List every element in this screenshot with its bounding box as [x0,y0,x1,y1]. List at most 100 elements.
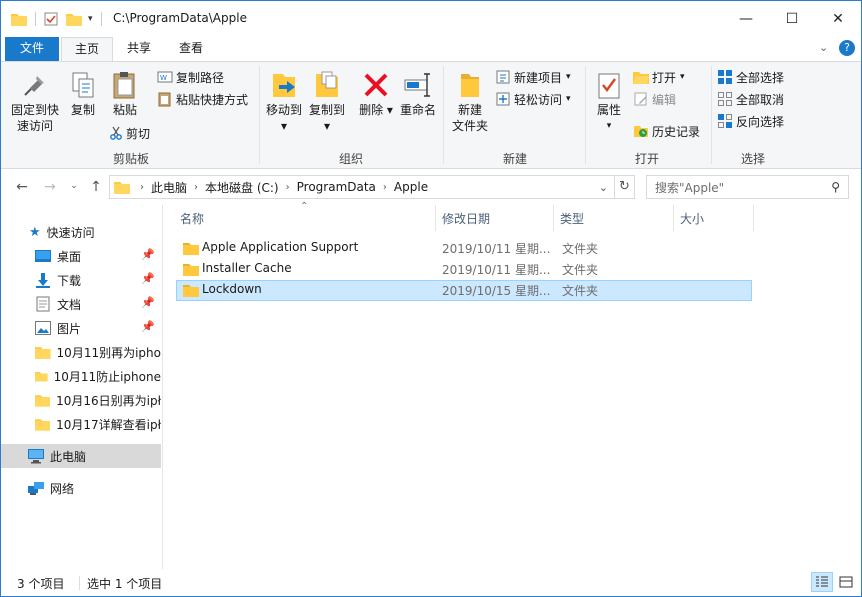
paste-shortcut-icon [158,92,171,107]
nav-pictures-label: 图片 [57,321,82,336]
customize-toolbar-chevron-icon[interactable]: ▾ [88,14,93,24]
cut-label: 剪切 [126,126,151,141]
column-header-date[interactable]: 修改日期 [436,205,554,231]
arrow-up-icon: ↑ [90,179,102,195]
history-button[interactable]: 历史记录 [633,120,700,142]
easy-access-icon [496,92,510,106]
copy-to-button[interactable]: 复制到 ▾ [305,70,349,134]
paste-button[interactable]: 粘贴 [105,70,145,118]
rename-label: 重命名 [399,103,436,117]
expand-ribbon-chevron-icon[interactable]: ⌄ [819,41,828,54]
breadcrumb-separator-icon[interactable]: › [284,182,292,193]
close-button[interactable]: ✕ [815,1,861,37]
folder-icon [35,395,51,407]
address-bar[interactable]: › 此电脑 › 本地磁盘 (C:) › ProgramData › Apple … [109,175,635,199]
column-header-type[interactable]: 类型 [554,205,674,231]
nav-pictures[interactable]: 图片 📌 [1,316,161,340]
nav-folder-item[interactable]: 10月11别再为ipho [1,340,161,364]
new-item-label: 新建项目 [514,70,563,85]
up-button[interactable]: ↑ [87,179,105,197]
file-date: 2019/10/11 星期... [442,263,551,277]
search-box[interactable]: 搜索"Apple" ⚲ [646,175,849,199]
download-icon [36,273,50,288]
large-icons-view-button[interactable] [835,572,857,592]
details-view-button[interactable] [811,572,833,592]
new-folder-icon[interactable] [66,12,82,26]
file-date: 2019/10/11 星期... [442,242,551,256]
desktop-icon [35,250,51,262]
open-button[interactable]: 打开 ▾ [633,66,685,88]
breadcrumb-local-disk[interactable]: 本地磁盘 (C:) [200,179,284,196]
forward-button[interactable]: → [41,179,59,197]
chevron-down-icon: ⌄ [70,181,78,191]
new-folder-button[interactable]: 新建 文件夹 [449,70,491,134]
delete-button[interactable]: 删除 ▾ [357,70,395,118]
tab-file[interactable]: 文件 [5,37,59,61]
breadcrumb-separator-icon[interactable]: › [381,182,389,193]
pin-to-quick-access-button[interactable]: 固定到快 速访问 [7,70,63,134]
new-folder-label-2: 文件夹 [451,119,488,133]
item-count: 3 个项目 [17,577,65,591]
nav-this-pc[interactable]: 此电脑 [1,444,161,468]
folder-icon[interactable] [11,12,27,26]
properties-button[interactable]: 属性 ▾ [589,70,629,134]
open-label: 打开 [652,70,677,85]
paste-shortcut-button[interactable]: 粘贴快捷方式 [157,88,248,110]
document-icon [36,296,50,312]
easy-access-button[interactable]: 轻松访问 ▾ [495,88,571,110]
breadcrumb-this-pc[interactable]: 此电脑 [146,179,192,196]
nav-downloads-label: 下载 [57,273,82,288]
back-button[interactable]: ← [13,179,31,197]
column-header-name[interactable]: 名称 [174,205,436,231]
nav-folder-item[interactable]: 10月11防止iphone [1,364,161,388]
copy-path-button[interactable]: W 复制路径 [157,66,224,88]
rename-button[interactable]: 重命名 [397,70,439,118]
ribbon-separator [443,66,444,164]
tab-view[interactable]: 查看 [167,37,215,61]
minimize-button[interactable]: — [723,1,769,37]
nav-folder-item[interactable]: 10月17详解查看ipł [1,412,161,436]
copy-path-label: 复制路径 [176,70,225,85]
nav-documents[interactable]: 文档 📌 [1,292,161,316]
invert-selection-button[interactable]: 反向选择 [717,110,784,132]
maximize-button[interactable]: ☐ [769,1,815,37]
address-dropdown-chevron-icon[interactable]: ⌄ [599,181,614,194]
help-icon[interactable]: ? [839,40,855,56]
breadcrumb-programdata[interactable]: ProgramData [292,180,381,194]
search-icon[interactable]: ⚲ [831,180,848,194]
nav-downloads[interactable]: 下载 📌 [1,268,161,292]
copy-icon [72,72,94,98]
rename-icon [404,73,430,97]
new-item-button[interactable]: 新建项目 ▾ [495,66,571,88]
pin-icon: 📌 [141,272,155,285]
table-row-selected[interactable]: Lockdown 2019/10/15 星期... 文件夹 [176,280,752,301]
properties-check-icon[interactable] [44,12,58,26]
folder-icon [114,182,130,194]
tab-home[interactable]: 主页 [61,37,113,61]
move-to-button[interactable]: 移动到 ▾ [263,70,305,134]
column-header-size[interactable]: 大小 [674,205,754,231]
ribbon-tabs: 文件 主页 共享 查看 ⌄ ? [1,37,861,61]
nav-desktop[interactable]: 桌面 📌 [1,244,161,268]
recent-locations-button[interactable]: ⌄ [65,181,83,199]
cut-button[interactable]: 剪切 [109,122,150,144]
search-input[interactable]: 搜索"Apple" [655,179,724,196]
tab-share[interactable]: 共享 [115,37,163,61]
edit-button[interactable]: 编辑 [633,88,676,110]
quick-access-toolbar: ▾ [11,9,102,29]
breadcrumb-separator-icon[interactable]: › [192,182,200,193]
ribbon: 固定到快 速访问 复制 粘贴 W 复制路径 粘贴快捷方式 剪切 剪贴板 移动到 … [1,61,861,169]
table-row[interactable]: Apple Application Support 2019/10/11 星期.… [176,238,752,259]
nav-network[interactable]: 网络 [1,476,161,500]
nav-folder-item[interactable]: 10月16日别再为ipł [1,388,161,412]
select-all-button[interactable]: 全部选择 [717,66,784,88]
breadcrumb-separator-icon[interactable]: › [138,182,146,193]
copy-button[interactable]: 复制 [65,70,101,118]
breadcrumb-apple[interactable]: Apple [389,180,433,194]
nav-quick-access[interactable]: ★ 快速访问 [1,220,161,244]
select-none-button[interactable]: 全部取消 [717,88,784,110]
scissors-icon [110,126,122,140]
table-row[interactable]: Installer Cache 2019/10/11 星期... 文件夹 [176,259,752,280]
refresh-icon[interactable]: ↻ [614,176,634,198]
ribbon-separator [585,66,586,164]
